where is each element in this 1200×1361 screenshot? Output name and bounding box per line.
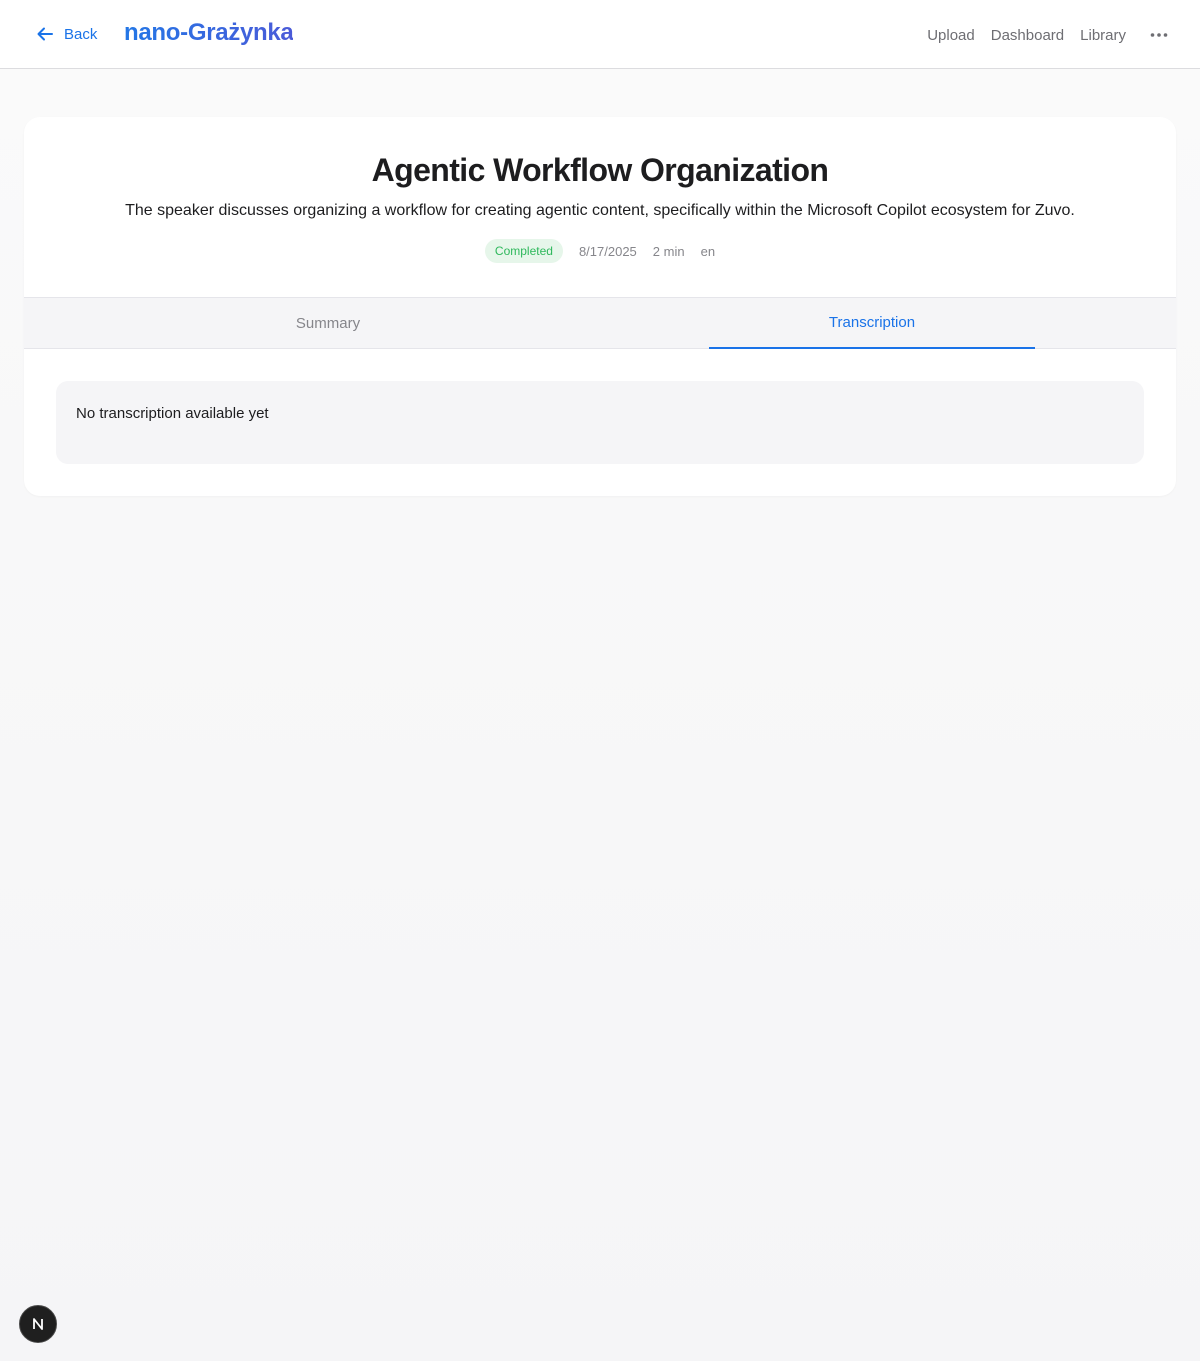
transcription-empty-state: No transcription available yet — [56, 381, 1144, 464]
more-menu-button[interactable] — [1148, 24, 1170, 46]
recording-card: Agentic Workflow Organization The speake… — [24, 117, 1176, 496]
nav-library[interactable]: Library — [1080, 27, 1126, 44]
recording-header: Agentic Workflow Organization The speake… — [24, 117, 1176, 297]
back-label: Back — [64, 25, 98, 43]
recording-title: Agentic Workflow Organization — [371, 152, 829, 188]
recording-duration: 2 min — [652, 243, 685, 259]
nextjs-dev-indicator[interactable] — [19, 1305, 57, 1343]
arrow-left-icon — [37, 27, 53, 41]
nav-upload[interactable]: Upload — [927, 27, 975, 44]
tab-summary[interactable]: Summary — [165, 298, 491, 349]
tab-bar: Summary Transcription — [24, 297, 1176, 349]
top-navigation-bar: Back nano-Grażynka Upload Dashboard Libr… — [0, 0, 1200, 69]
recording-date: 8/17/2025 — [578, 243, 637, 259]
recording-language: en — [700, 243, 716, 259]
main-nav: Upload Dashboard Library — [911, 24, 1170, 46]
nextjs-logo-icon — [33, 1318, 43, 1330]
recording-description: The speaker discusses organizing a workf… — [125, 202, 1075, 219]
tab-transcription[interactable]: Transcription — [709, 298, 1035, 349]
app-brand[interactable]: nano-Grażynka — [124, 19, 294, 47]
more-horizontal-icon — [1150, 33, 1168, 37]
empty-message: No transcription available yet — [76, 405, 269, 422]
recording-meta: Completed 8/17/2025 2 min en — [24, 239, 1176, 263]
back-button[interactable]: Back — [36, 22, 97, 46]
status-badge: Completed — [484, 239, 563, 263]
tab-content: No transcription available yet — [24, 349, 1176, 496]
nav-dashboard[interactable]: Dashboard — [991, 27, 1064, 44]
